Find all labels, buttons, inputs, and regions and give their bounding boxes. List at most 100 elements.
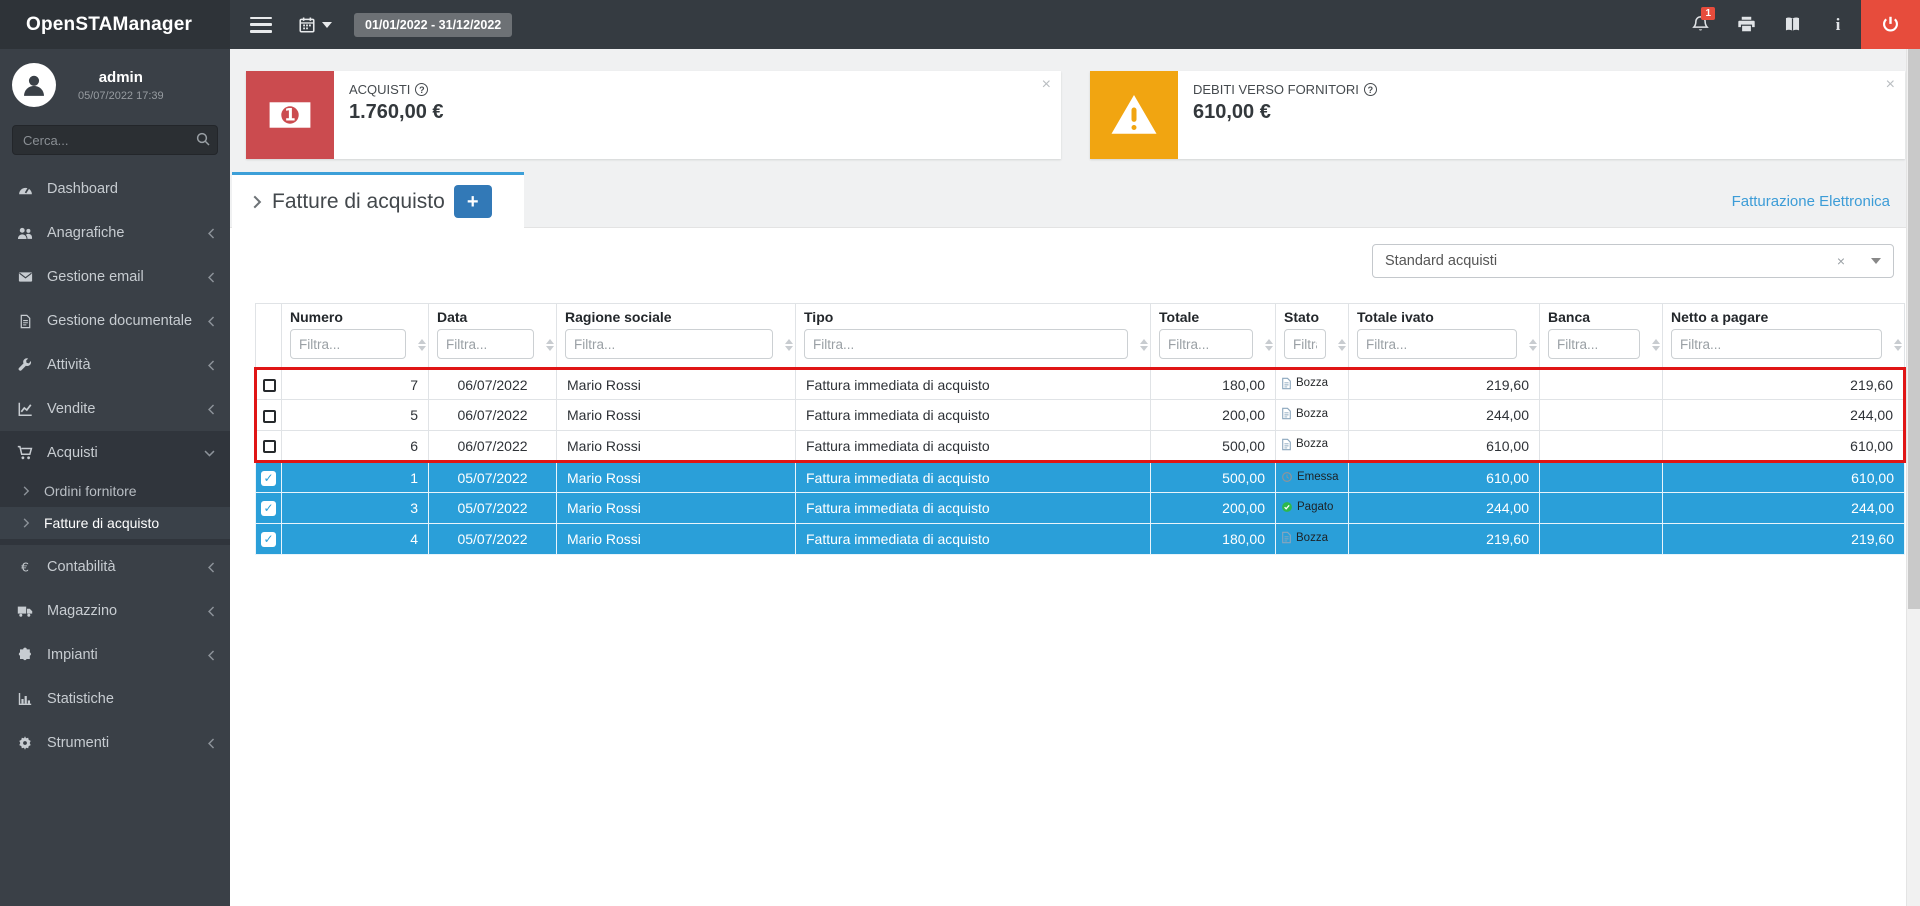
sidebar-item-impianti[interactable]: Impianti: [0, 633, 230, 677]
cell-totale: 180,00: [1151, 524, 1276, 555]
search-icon[interactable]: [195, 131, 211, 147]
cell-data: 06/07/2022: [429, 369, 557, 400]
search-input[interactable]: [12, 125, 218, 155]
cell-tipo: Fattura immediata di acquisto: [796, 369, 1151, 400]
calendar-icon: [298, 16, 316, 34]
logout-button[interactable]: [1861, 0, 1920, 49]
table-row[interactable]: ✓305/07/2022Mario RossiFattura immediata…: [256, 493, 1905, 524]
sidebar-item-anagrafiche[interactable]: Anagrafiche: [0, 211, 230, 255]
hamburger-icon[interactable]: [250, 17, 272, 33]
sort-arrows[interactable]: [1265, 339, 1273, 351]
row-checkbox-checked[interactable]: ✓: [261, 471, 276, 486]
row-checkbox-checked[interactable]: ✓: [261, 532, 276, 547]
infobox-label: ACQUISTI: [349, 82, 410, 97]
sidebar-item-acquisti[interactable]: Acquisti: [0, 431, 230, 475]
infobox-label: DEBITI VERSO FORNITORI: [1193, 82, 1359, 97]
filter-input-data[interactable]: [437, 329, 534, 359]
select-clear-icon[interactable]: ×: [1833, 253, 1849, 269]
scrollbar-thumb[interactable]: [1908, 49, 1920, 609]
filter-input-netto_a_pagare[interactable]: [1671, 329, 1882, 359]
table-row[interactable]: ✓405/07/2022Mario RossiFattura immediata…: [256, 524, 1905, 555]
sort-arrows[interactable]: [1529, 339, 1537, 351]
status-label: Bozza: [1296, 377, 1328, 389]
info-button[interactable]: i: [1815, 0, 1861, 49]
table-row[interactable]: 706/07/2022Mario RossiFattura immediata …: [256, 369, 1905, 400]
table-row[interactable]: ✓105/07/2022Mario RossiFattura immediata…: [256, 462, 1905, 493]
sidebar-item-statistiche[interactable]: Statistiche: [0, 677, 230, 721]
close-icon[interactable]: ×: [1886, 77, 1895, 93]
filter-input-stato[interactable]: [1284, 329, 1326, 359]
question-circle-icon[interactable]: ?: [1364, 83, 1377, 96]
row-checkbox[interactable]: [263, 379, 276, 392]
add-invoice-button[interactable]: +: [454, 185, 492, 218]
column-label: Data: [437, 309, 548, 325]
date-range-chip[interactable]: 01/01/2022 - 31/12/2022: [354, 13, 512, 37]
user-panel[interactable]: admin 05/07/2022 17:39: [0, 49, 230, 117]
cell-select[interactable]: [256, 400, 282, 431]
sidebar-item-gestione-email[interactable]: Gestione email: [0, 255, 230, 299]
filter-input-totale[interactable]: [1159, 329, 1253, 359]
sidebar-item-vendite[interactable]: Vendite: [0, 387, 230, 431]
filter-input-numero[interactable]: [290, 329, 406, 359]
column-header-totale: Totale: [1151, 304, 1276, 369]
sidebar-item-dashboard[interactable]: Dashboard: [0, 167, 230, 211]
question-circle-icon[interactable]: ?: [415, 83, 428, 96]
sort-arrows[interactable]: [546, 339, 554, 351]
view-select-value: Standard acquisti: [1385, 253, 1497, 269]
filter-input-ragione_sociale[interactable]: [565, 329, 773, 359]
cell-select[interactable]: ✓: [256, 493, 282, 524]
tab-fatture-di-acquisto[interactable]: Fatture di acquisto +: [232, 172, 524, 228]
cell-numero: 3: [282, 493, 429, 524]
cell-select[interactable]: [256, 369, 282, 400]
view-select[interactable]: Standard acquisti ×: [1372, 244, 1894, 278]
sidebar-subitem-fatture-di-acquisto[interactable]: Fatture di acquisto: [0, 507, 230, 539]
sidebar-item-magazzino[interactable]: Magazzino: [0, 589, 230, 633]
vertical-scrollbar[interactable]: [1906, 49, 1920, 906]
row-checkbox-checked[interactable]: ✓: [261, 501, 276, 516]
row-checkbox[interactable]: [263, 440, 276, 453]
sort-arrows[interactable]: [1140, 339, 1148, 351]
infobox-acquisti[interactable]: 1 ACQUISTI ? 1.760,00 € ×: [246, 71, 1061, 159]
notifications-button[interactable]: 1: [1677, 0, 1723, 49]
sidebar-item-label: Strumenti: [47, 735, 109, 751]
sidebar-item-attivita[interactable]: Attività: [0, 343, 230, 387]
sidebar-item-gestione-documentale[interactable]: Gestione documentale: [0, 299, 230, 343]
cell-stato: Pagato: [1276, 493, 1349, 524]
print-button[interactable]: [1723, 0, 1769, 49]
cell-select[interactable]: ✓: [256, 462, 282, 493]
column-label: Tipo: [804, 309, 1142, 325]
table-row[interactable]: 506/07/2022Mario RossiFattura immediata …: [256, 400, 1905, 431]
cell-stato: Bozza: [1276, 400, 1349, 431]
sidebar-subitem-ordini-fornitore[interactable]: Ordini fornitore: [0, 475, 230, 507]
sort-arrows[interactable]: [1652, 339, 1660, 351]
cell-select[interactable]: ✓: [256, 524, 282, 555]
cell-data: 05/07/2022: [429, 524, 557, 555]
cell-totale-ivato: 610,00: [1349, 431, 1540, 462]
row-checkbox[interactable]: [263, 410, 276, 423]
sort-arrows[interactable]: [418, 339, 426, 351]
filter-input-tipo[interactable]: [804, 329, 1128, 359]
calendar-dropdown[interactable]: [298, 16, 332, 34]
filter-input-banca[interactable]: [1548, 329, 1640, 359]
sidebar-menu: DashboardAnagraficheGestione emailGestio…: [0, 167, 230, 765]
status-label: Bozza: [1296, 408, 1328, 420]
table-row[interactable]: 606/07/2022Mario RossiFattura immediata …: [256, 431, 1905, 462]
cell-tipo: Fattura immediata di acquisto: [796, 524, 1151, 555]
infobox-debiti-fornitori[interactable]: DEBITI VERSO FORNITORI ? 610,00 € ×: [1090, 71, 1905, 159]
filter-input-totale_ivato[interactable]: [1357, 329, 1517, 359]
sidebar-item-strumenti[interactable]: Strumenti: [0, 721, 230, 765]
close-icon[interactable]: ×: [1042, 77, 1051, 93]
chevron-left-icon: [207, 271, 216, 284]
user-name: admin: [78, 69, 164, 86]
sidebar-item-contabilita[interactable]: €Contabilità: [0, 545, 230, 589]
sort-arrows[interactable]: [1894, 339, 1902, 351]
sort-arrows[interactable]: [785, 339, 793, 351]
fatturazione-elettronica-link[interactable]: Fatturazione Elettronica: [1732, 193, 1890, 210]
column-label: Numero: [290, 309, 420, 325]
docs-button[interactable]: [1769, 0, 1815, 49]
cell-ragione-sociale: Mario Rossi: [557, 400, 796, 431]
cell-tipo: Fattura immediata di acquisto: [796, 431, 1151, 462]
sort-arrows[interactable]: [1338, 339, 1346, 351]
cell-select[interactable]: [256, 431, 282, 462]
app-logo[interactable]: OpenSTAManager: [0, 0, 230, 49]
